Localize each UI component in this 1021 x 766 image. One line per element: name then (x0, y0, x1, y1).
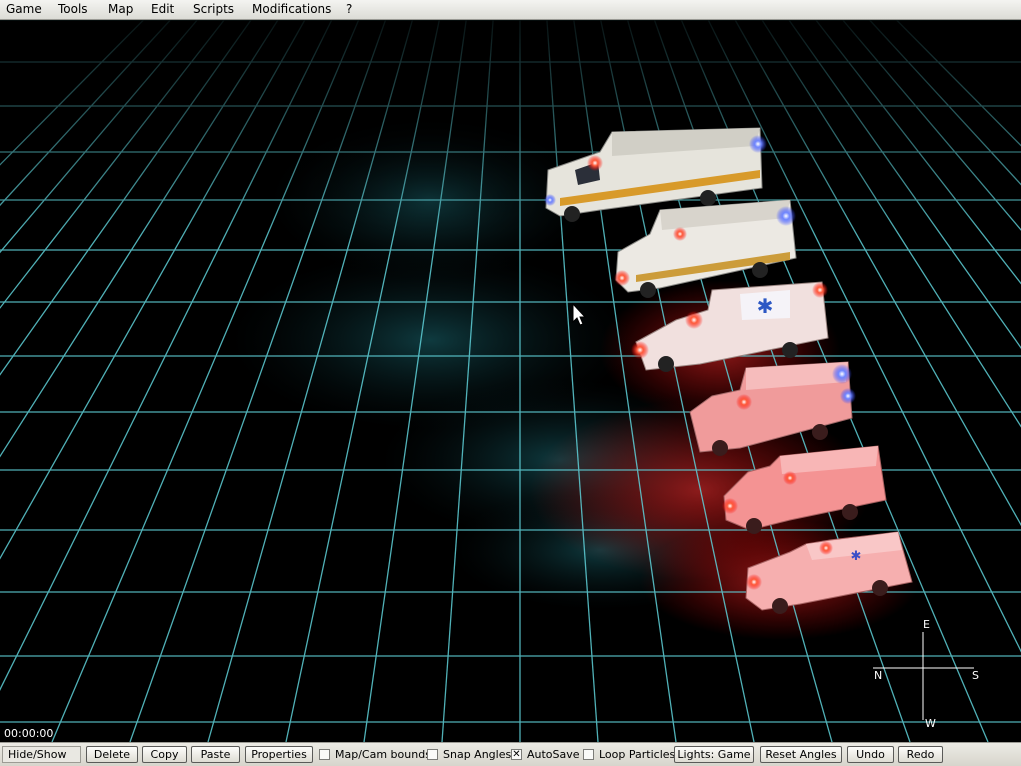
hide-show-button[interactable]: Hide/Show (2, 746, 81, 763)
map-cam-bounds-checkbox[interactable]: Map/Cam bounds (319, 747, 431, 762)
editor-viewport[interactable]: ✱ ✱ E N S W (0, 20, 1021, 742)
snap-angles-checkbox[interactable]: Snap Angles (427, 747, 511, 762)
paste-button[interactable]: Paste (191, 746, 240, 763)
compass-east-label: E (923, 618, 930, 631)
reset-angles-button[interactable]: Reset Angles (760, 746, 842, 763)
autosave-checkbox[interactable]: ✕ AutoSave (511, 747, 580, 762)
autosave-box[interactable]: ✕ (511, 749, 522, 760)
svg-text:✱: ✱ (757, 294, 774, 318)
map-cam-bounds-label: Map/Cam bounds (335, 748, 431, 761)
menu-scripts[interactable]: Scripts (193, 2, 234, 16)
undo-button[interactable]: Undo (847, 746, 894, 763)
lights-mode-button[interactable]: Lights: Game (674, 746, 754, 763)
menu-edit[interactable]: Edit (151, 2, 174, 16)
copy-button[interactable]: Copy (142, 746, 187, 763)
loop-particles-checkbox[interactable]: Loop Particles (583, 747, 675, 762)
properties-button[interactable]: Properties (245, 746, 313, 763)
map-cam-bounds-box[interactable] (319, 749, 330, 760)
loop-particles-label: Loop Particles (599, 748, 676, 761)
svg-text:✱: ✱ (851, 549, 862, 564)
editor-toolbar: Hide/Show Delete Copy Paste Properties M… (0, 742, 1021, 766)
menu-tools[interactable]: Tools (58, 2, 88, 16)
redo-button[interactable]: Redo (898, 746, 943, 763)
compass-south-label: S (972, 669, 979, 682)
autosave-label: AutoSave (527, 748, 580, 761)
loop-particles-box[interactable] (583, 749, 594, 760)
menu-help[interactable]: ? (346, 2, 352, 16)
snap-angles-box[interactable] (427, 749, 438, 760)
timer-readout: 00:00:00 (4, 727, 54, 740)
menu-map[interactable]: Map (108, 2, 133, 16)
delete-button[interactable]: Delete (86, 746, 138, 763)
compass-north-label: N (874, 669, 882, 682)
scene-canvas[interactable]: ✱ ✱ E N S W (0, 20, 1021, 742)
snap-angles-label: Snap Angles (443, 748, 512, 761)
menu-modifications[interactable]: Modifications (252, 2, 331, 16)
menu-game[interactable]: Game (6, 2, 42, 16)
menu-bar: Game Tools Map Edit Scripts Modification… (0, 0, 1021, 20)
compass-west-label: W (925, 717, 936, 730)
